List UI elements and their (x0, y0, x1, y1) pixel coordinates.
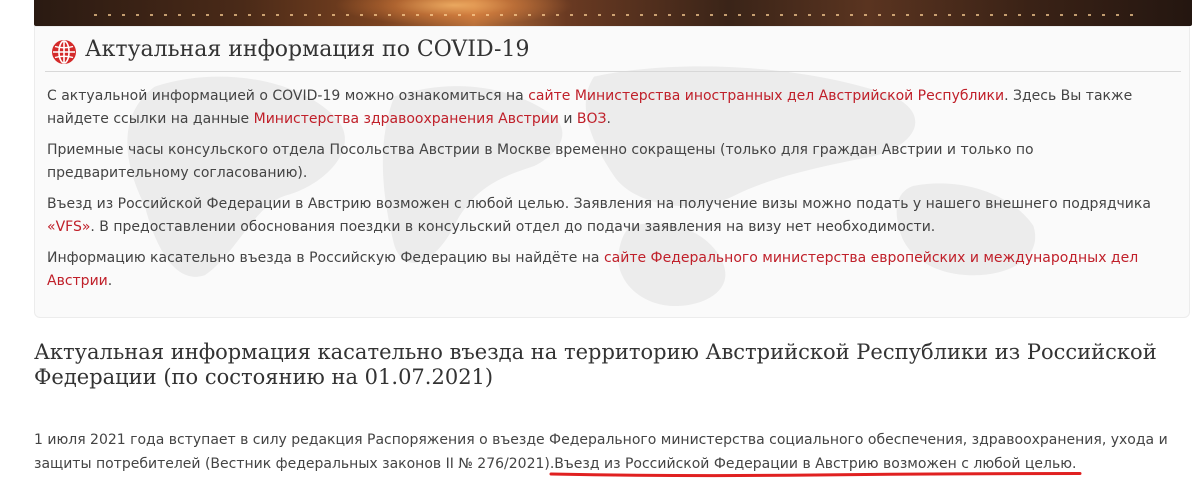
paragraph-text: . (107, 273, 113, 289)
covid-box-body: С актуальной информацией о COVID-19 можн… (47, 85, 1167, 301)
covid-paragraph-2: Приемные часы консульского отдела Посоль… (47, 142, 1034, 181)
entry-info-title: Актуальная информация касательно въезда … (34, 340, 1157, 389)
paragraph-text: С актуальной информацией о COVID-19 можн… (47, 88, 529, 104)
paragraph-text: . (606, 111, 611, 127)
page: Актуальная информация по COVID-19 С акту… (0, 0, 1200, 483)
red-underline-annotation (549, 472, 1082, 478)
covid-info-box: Актуальная информация по COVID-19 С акту… (34, 26, 1190, 318)
mfa-austria-link[interactable]: сайте Министерства иностранных дел Австр… (528, 88, 1004, 104)
covid-box-title: Актуальная информация по COVID-19 (85, 37, 530, 62)
covid-paragraph-1: С актуальной информацией о COVID-19 можн… (47, 85, 1167, 131)
covid-paragraph-3: Въезд из Российской Федерации в Австрию … (47, 193, 1167, 239)
vfs-link[interactable]: «VFS» (47, 219, 90, 235)
entry-info-paragraph: 1 июля 2021 года вступает в силу редакци… (34, 428, 1194, 476)
who-link[interactable]: ВОЗ (577, 111, 607, 127)
health-ministry-link[interactable]: Министерства здравоохранения Австрии (254, 111, 559, 127)
paragraph-text: Въезд из Российской Федерации в Австрию … (47, 196, 1151, 212)
covid-paragraph-4: Информацию касательно въезда в Российску… (47, 247, 1167, 293)
banner-glow (334, 0, 574, 26)
banner-city-lights (94, 14, 1134, 16)
paragraph-text: Информацию касательно въезда в Российску… (47, 250, 604, 266)
paragraph-text: . В предоставлении обоснования поездки в… (90, 219, 936, 235)
header-banner-image (34, 0, 1192, 26)
globe-icon (52, 40, 76, 64)
covid-box-header: Актуальная информация по COVID-19 (45, 35, 1181, 72)
paragraph-text: и (558, 111, 577, 127)
